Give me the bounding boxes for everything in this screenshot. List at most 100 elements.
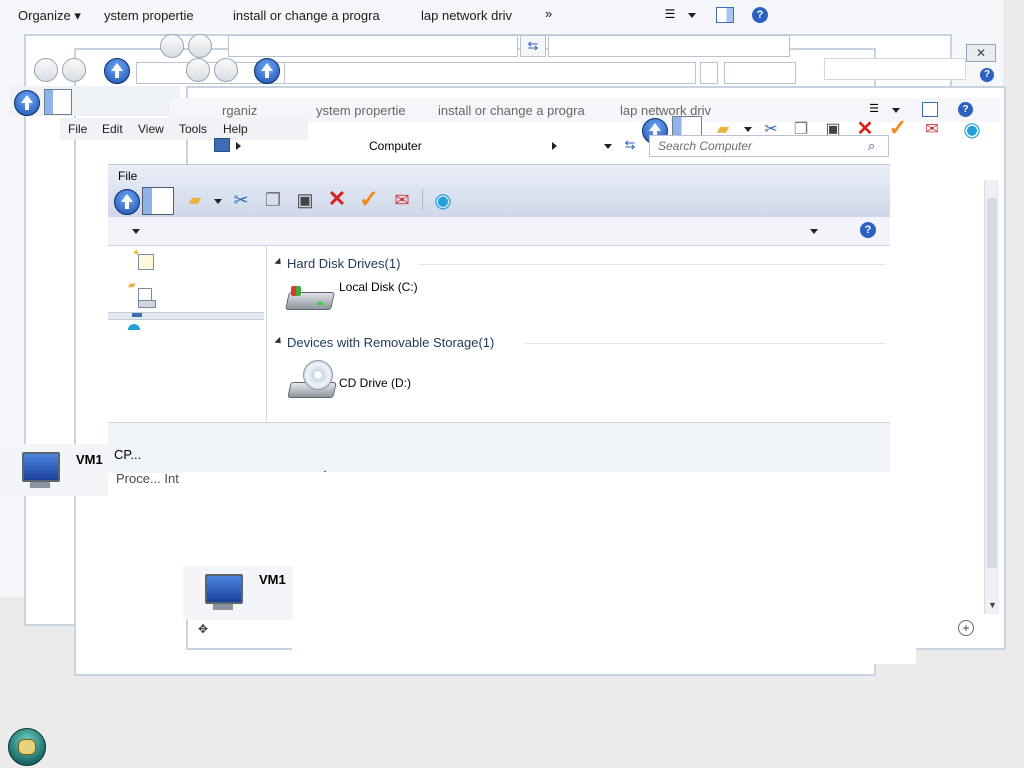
forward-button[interactable] [214,58,238,82]
help-icon[interactable]: ? [860,222,876,238]
menu-file[interactable]: File [118,169,137,183]
computer-monitor-icon [205,574,243,604]
ghost-address-bar[interactable] [284,62,696,84]
refresh-icon[interactable]: ⇆ [620,136,640,154]
group-divider [525,343,885,344]
ghost-window-body-2 [292,560,916,664]
windows-logo-icon [291,286,301,296]
view-options-icon[interactable]: ☰ [662,7,678,21]
properties-check-icon[interactable]: ✓ [356,186,382,213]
preview-pane-icon[interactable] [716,7,734,23]
top-command-bar: Organizе ▾ ystem propertie install or ch… [0,0,784,30]
paste-icon[interactable]: ▣ [294,189,316,211]
menu-tools[interactable]: Tools [179,122,207,136]
local-disk-item[interactable]: Local Disk (C:) [285,280,485,322]
help-icon[interactable]: ? [980,68,994,82]
collapse-group-icon[interactable] [274,336,284,347]
back-button[interactable] [160,34,184,58]
breadcrumb-arrow-icon[interactable] [552,142,557,150]
help-icon: ? [958,102,973,117]
ghost-search-box[interactable] [824,58,966,80]
dropdown-arrow-icon[interactable] [132,229,140,234]
network-icon[interactable]: ◉ [430,189,456,212]
cmd-install-program[interactable]: install or change a progra [233,8,393,23]
folders-pane-icon[interactable] [44,89,72,115]
details-pane: CP... [108,422,890,473]
start-orb-inner [18,739,36,755]
mail-icon[interactable]: ✉ [920,118,944,140]
close-button[interactable]: ✕ [966,44,996,62]
search-box[interactable]: Search Computer ⌕ [649,135,889,157]
view-dropdown-arrow-icon[interactable] [688,13,696,18]
up-folder-icon[interactable] [114,189,140,215]
vm-tile[interactable]: VM1 [0,444,108,496]
vertical-scrollbar[interactable]: ▼ [984,180,999,614]
drive-icon[interactable] [138,300,156,308]
search-placeholder: Search Computer [658,139,753,153]
refresh-icon[interactable]: ⇆ [520,35,546,57]
dropdown-arrow-icon[interactable] [214,199,222,204]
cut-icon[interactable]: ✂ [230,189,252,211]
details-processor-label: CP... [114,447,142,462]
vm-label: VM1 [259,572,286,587]
collapse-group-icon[interactable] [274,257,284,268]
mail-icon[interactable]: ✉ [390,189,414,211]
network-icon[interactable]: ◉ [960,118,984,141]
zoom-in-icon[interactable]: + [958,620,974,636]
scroll-down-arrow-icon[interactable]: ▼ [988,600,997,610]
folder-options-icon[interactable]: ▰ [184,189,206,211]
preview-pane-icon [922,102,938,117]
up-folder-icon[interactable] [104,58,130,84]
drive-activity-light [317,302,323,305]
details-processor-value: Proce... Int [116,471,179,486]
vm-label: VM1 [76,452,103,467]
back-button[interactable] [34,58,58,82]
monitor-stand [213,604,233,610]
ghost-search-box[interactable] [700,62,718,84]
folders-pane-icon[interactable] [142,187,174,215]
vm-tile[interactable]: VM1 [183,566,293,620]
back-button[interactable] [186,58,210,82]
forward-button[interactable] [62,58,86,82]
up-folder-icon[interactable] [14,90,40,116]
cd-drive-item[interactable]: CD Drive (D:) [285,360,485,406]
desktop-icon[interactable] [138,254,154,270]
ghost-address-bar[interactable] [228,35,518,57]
cmd-organize[interactable]: Organizе ▾ [18,8,88,24]
menu-view[interactable]: View [138,122,164,136]
ghost-cmd-install-program: install or change a progra [438,103,585,118]
cmd-system-properties[interactable]: ystem propertie [104,8,204,23]
cmd-map-network-drive[interactable]: lap network driv [421,8,525,23]
copy-icon[interactable]: ❐ [262,189,284,211]
computer-monitor-icon [22,452,60,482]
group-title-removable[interactable]: Devices with Removable Storage(1) [287,335,494,350]
group-title-hard-disk[interactable]: Hard Disk Drives(1) [287,256,400,271]
dropdown-arrow-icon[interactable] [744,127,752,132]
up-folder-icon[interactable] [254,58,280,84]
toolbar-separator [422,189,423,211]
delete-icon[interactable]: ✕ [326,186,348,211]
more-chevron[interactable]: » [545,6,559,21]
move-icon[interactable]: ✥ [198,622,208,636]
start-orb-icon[interactable] [8,728,46,766]
computer-icon [132,313,142,317]
ghost-window-body [183,472,967,566]
address-dropdown-arrow-icon[interactable] [604,144,612,149]
ghost-search-box[interactable] [724,62,796,84]
menu-file[interactable]: File [68,122,87,136]
explorer-toolbar: File ▰ ✂ ❐ ▣ ✕ ✓ ✉ ◉ [108,164,890,218]
forward-button[interactable] [188,34,212,58]
ghost-toolbar [10,86,180,116]
cd-drive-label: CD Drive (D:) [339,376,411,390]
search-icon[interactable]: ⌕ [868,138,875,154]
help-icon[interactable]: ? [752,7,768,23]
view-dropdown-arrow-icon[interactable] [810,229,818,234]
menu-edit[interactable]: Edit [102,122,123,136]
network-icon[interactable] [128,324,140,330]
ghost-search-box[interactable] [548,35,790,57]
libraries-icon[interactable]: ▰ [128,280,140,291]
local-disk-label: Local Disk (C:) [339,280,418,294]
address-text: Computer [369,139,422,153]
ghost-cmd-organize: rganiz [222,103,258,118]
content-pane: Hard Disk Drives(1) Local Disk (C:) Devi… [267,246,890,422]
